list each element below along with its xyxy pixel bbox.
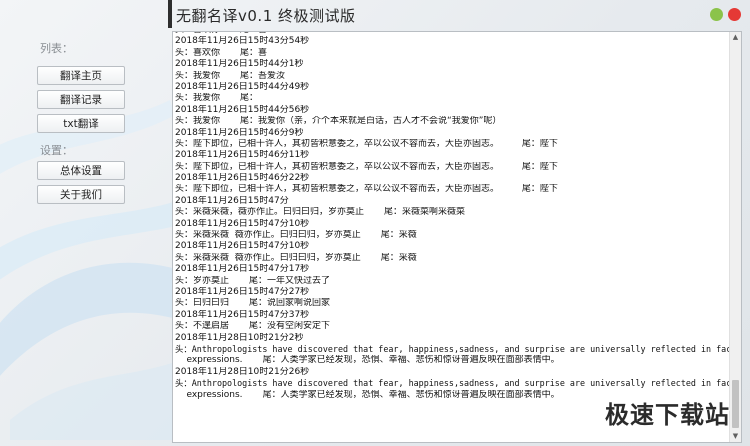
general-settings-button[interactable]: 总体设置	[37, 161, 125, 180]
log-line: 2018年11月26日15时47分10秒	[175, 241, 310, 252]
about-us-button[interactable]: 关于我们	[37, 185, 125, 204]
log-line: 2018年11月26日15时46分22秒	[175, 173, 310, 184]
log-line: 头：陛下即位，已相十许人，其初皆积意委之，卒以公议不容而去，大臣亦固志。 尾：陛…	[175, 138, 558, 149]
log-line: 头：我爱你 尾：	[175, 93, 259, 104]
log-line: 头：岁亦莫止 尾：一年又快过去了	[175, 275, 331, 286]
log-content: 头：喜欢你 尾：喜2018年11月26日15时43分54秒头：喜欢你 尾：喜20…	[173, 32, 732, 401]
log-line: 头：Anthropologists have discovered that f…	[175, 378, 732, 389]
scroll-thumb[interactable]	[732, 380, 739, 428]
watermark-logo-text: 极速下载站	[605, 401, 730, 429]
vertical-scrollbar[interactable]: ▲ ▼	[729, 32, 741, 442]
log-line: 头：Anthropologists have discovered that f…	[175, 343, 732, 354]
translate-home-button[interactable]: 翻译主页	[37, 66, 125, 85]
log-line: 2018年11月26日15时47分	[175, 195, 289, 206]
log-line: 头：陛下即位，已相十许人，其初皆积意委之，卒以公议不容而去，大臣亦固志。 尾：陛…	[175, 184, 558, 195]
title-bar: 无翻名译v0.1 终极测试版	[168, 0, 750, 30]
translation-log[interactable]: 头：喜欢你 尾：喜2018年11月26日15时43分54秒头：喜欢你 尾：喜20…	[172, 31, 742, 443]
log-line: 2018年11月26日15时46分9秒	[175, 127, 304, 138]
log-line: 2018年11月26日15时44分1秒	[175, 59, 304, 70]
log-line: 头：曰归曰归 尾：说回家啊说回家	[175, 298, 331, 309]
settings-section-label: 设置：	[40, 144, 73, 157]
window-title: 无翻名译v0.1 终极测试版	[176, 7, 356, 25]
log-line: 头：喜欢你 尾：喜	[175, 47, 268, 58]
scroll-up-arrow-icon[interactable]: ▲	[730, 32, 741, 43]
minimize-dot-icon[interactable]	[710, 8, 723, 21]
log-line: 2018年11月26日15时47分10秒	[175, 218, 310, 229]
log-line: expressions. 尾：人类学家已经发现，恐惧、幸福、悲伤和惊讶普遍反映在…	[175, 355, 560, 366]
log-line: 2018年11月26日15时44分56秒	[175, 104, 310, 115]
log-line: 头：采薇采薇 薇亦作止。曰归曰归，岁亦莫止 尾：采薇	[175, 230, 417, 241]
log-line: 2018年11月26日15时47分37秒	[175, 309, 310, 320]
log-line: 2018年11月26日15时47分17秒	[175, 264, 310, 275]
translate-history-button[interactable]: 翻译记录	[37, 90, 125, 109]
log-line: 头：陛下即位，已相十许人，其初皆积意委之，卒以公议不容而去，大臣亦固志。 尾：陛…	[175, 161, 558, 172]
list-section-label: 列表：	[40, 42, 73, 55]
log-line: 头：我爱你 尾：吾爱汝	[175, 70, 286, 81]
title-accent-bar	[168, 0, 172, 28]
log-line: 2018年11月28日10时21分2秒	[175, 332, 304, 343]
log-line: 2018年11月28日10时21分26秒	[175, 366, 310, 377]
log-line: 头：不遑启居 尾：没有空闲安定下	[175, 321, 331, 332]
log-line: 头：我爱你 尾：我爱你（亲，介个本来就是白话，古人才不会说“我爱你”呢）	[175, 116, 502, 127]
log-line: 2018年11月26日15时46分11秒	[175, 150, 310, 161]
log-line: 2018年11月26日15时47分27秒	[175, 286, 310, 297]
log-line: 头：采薇采薇，薇亦作止。曰归曰归，岁亦莫止 尾：采薇菜啊采薇菜	[175, 207, 466, 218]
sidebar: 列表： 翻译主页 翻译记录 txt翻译 设置： 总体设置 关于我们	[0, 0, 168, 446]
log-line: 2018年11月26日15时43分54秒	[175, 36, 310, 47]
app-window: 列表： 翻译主页 翻译记录 txt翻译 设置： 总体设置 关于我们 无翻名译v0…	[0, 0, 750, 446]
scroll-down-arrow-icon[interactable]: ▼	[730, 431, 741, 442]
log-line: 头：采薇采薇 薇亦作止。曰归曰归，岁亦莫止 尾：采薇	[175, 252, 417, 263]
close-dot-icon[interactable]	[728, 8, 741, 21]
txt-translate-button[interactable]: txt翻译	[37, 114, 125, 133]
log-line: 2018年11月26日15时44分49秒	[175, 81, 310, 92]
